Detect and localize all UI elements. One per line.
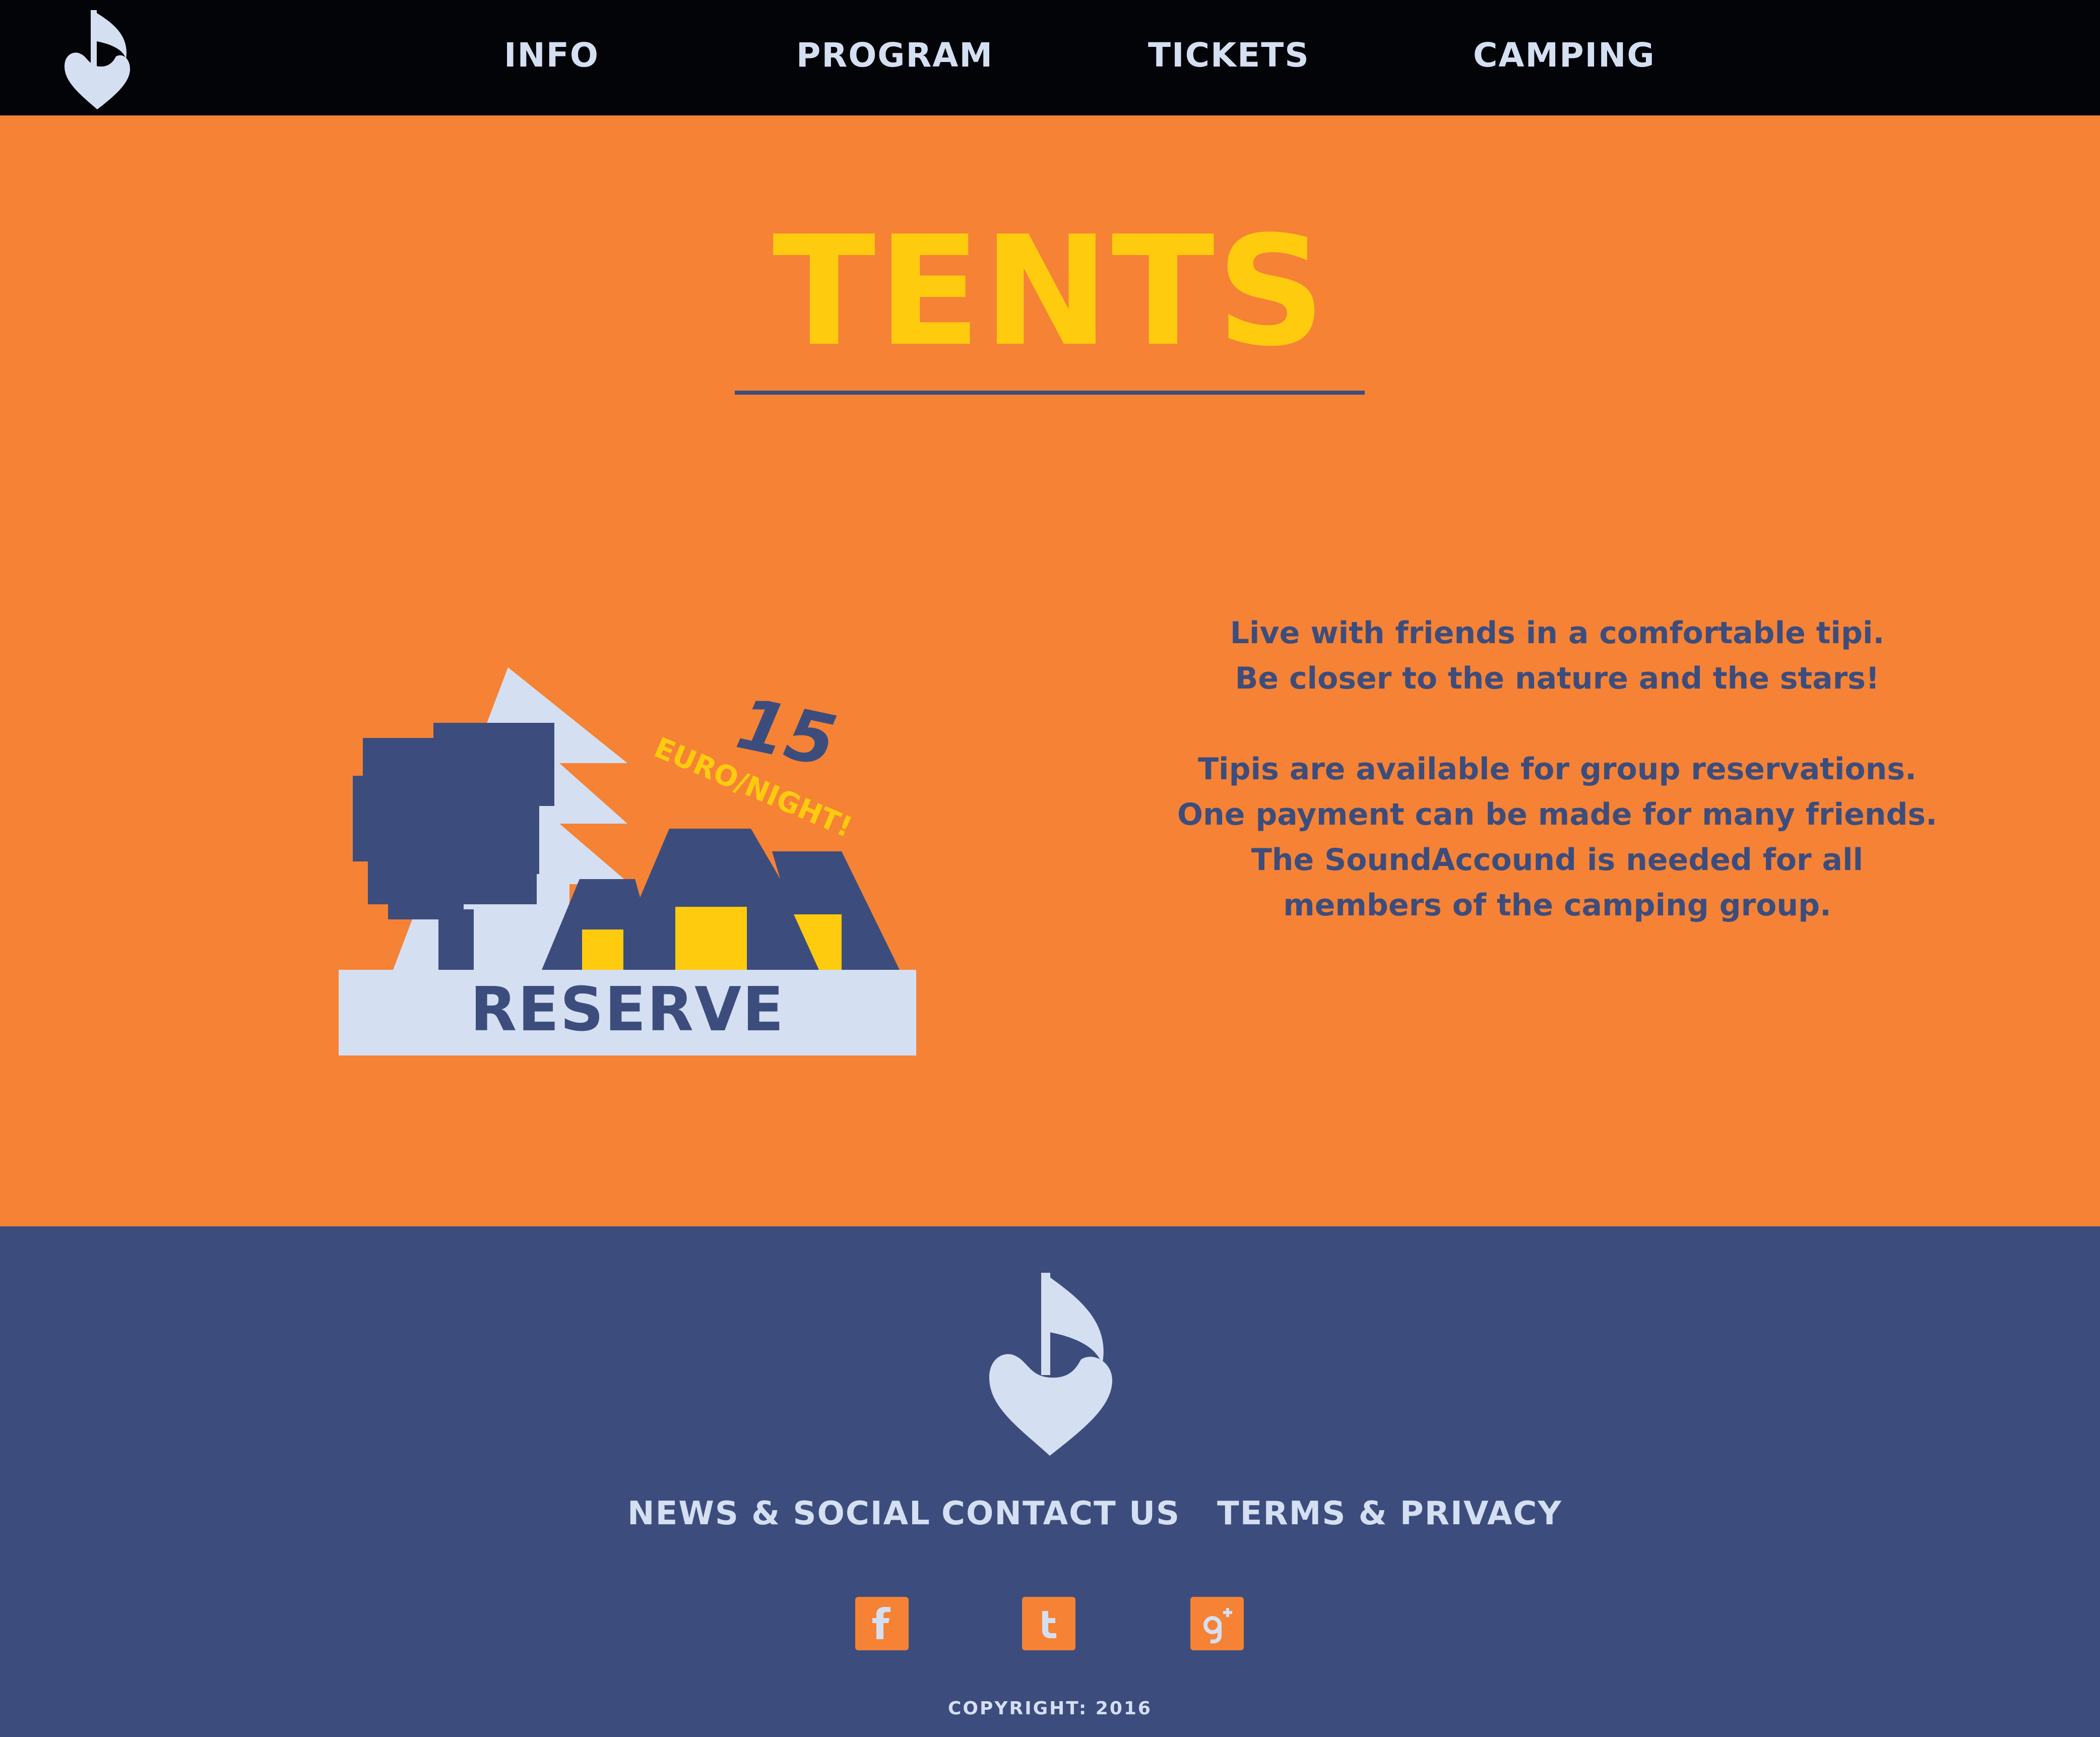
google-plus-button[interactable] [1190,1597,1244,1650]
nav-item-tickets[interactable]: TICKETS [1148,30,1310,81]
price-number: 15 [730,683,844,784]
reserve-button[interactable]: 15 EURO/NIGHT! RESERVE [333,647,927,1061]
music-note-heart-icon [989,1273,1112,1456]
tent-center-door [675,907,747,970]
description-line: Tipis are available for group reservatio… [1198,752,1917,787]
footer-link-terms-privacy[interactable]: TERMS & PRIVACY [1217,1491,1562,1536]
copyright-text: COPYRIGHT: 2016 [948,1698,1152,1719]
footer-link-contact-us[interactable]: CONTACT US [941,1491,1180,1536]
tents-description: Live with friends in a comfortable tipi.… [1119,610,1996,928]
description-line: One payment can be made for many friends… [1177,797,1937,832]
tent-small-door [582,929,623,970]
top-nav-bar: INFO PROGRAM TICKETS CAMPING [0,0,2100,115]
description-line: Live with friends in a comfortable tipi. [1230,615,1885,651]
twitter-icon [1042,1611,1056,1638]
nav-item-camping[interactable]: CAMPING [1473,30,1656,81]
nav-item-program[interactable]: PROGRAM [796,30,993,81]
page-title: TENTS [772,204,1328,380]
facebook-button[interactable] [855,1597,909,1650]
twitter-button[interactable] [1022,1597,1075,1650]
footer: NEWS & SOCIAL CONTACT US TERMS & PRIVACY… [0,1226,2100,1737]
nav-item-info[interactable]: INFO [504,30,599,81]
blocky-tree [353,723,554,919]
google-plus-icon [1203,1608,1232,1644]
reserve-label: RESERVE [470,975,785,1045]
title-divider [735,391,1365,395]
footer-link-news-social[interactable]: NEWS & SOCIAL [627,1491,931,1536]
description-line: Be closer to the nature and the stars! [1235,661,1880,696]
description-line: The SoundAccound is needed for all [1251,842,1864,878]
main-content: TENTS 15 EURO/NIGHT! RESERVE Live with f… [0,115,2100,1226]
description-gap [1119,701,1996,747]
music-note-heart-icon[interactable] [59,6,135,112]
facebook-icon [872,1607,890,1639]
description-line: members of the camping group. [1283,888,1831,923]
